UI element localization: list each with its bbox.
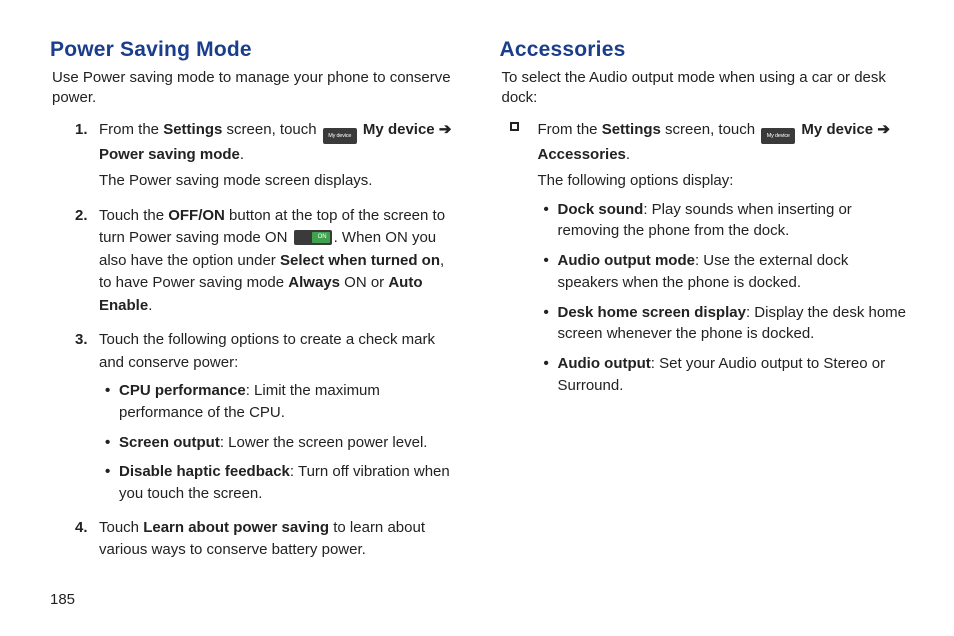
bullet-label: Dock sound: [558, 201, 644, 218]
bullet-audio-output-mode: Audio output mode: Use the external dock…: [544, 250, 910, 294]
step-4: 4. Touch Learn about power saving to lea…: [75, 517, 460, 562]
text: From the: [538, 121, 602, 138]
step-number: 2.: [75, 205, 88, 228]
settings-bold: Settings: [163, 121, 222, 138]
select-bold: Select when turned on: [280, 252, 440, 269]
bullet-label: Audio output mode: [558, 252, 695, 269]
step-number: 1.: [75, 119, 88, 142]
bullet-label: Audio output: [558, 355, 651, 372]
steps-list-right: From the Settings screen, touch My devic…: [500, 119, 910, 397]
my-device-icon: [761, 128, 795, 144]
bullet-screen: Screen output: Lower the screen power le…: [105, 432, 460, 454]
accessories-bold: Accessories: [538, 146, 626, 163]
bullet-text: : Lower the screen power level.: [220, 434, 428, 451]
step-1-after: The Power saving mode screen displays.: [99, 170, 460, 193]
text: Touch the: [99, 207, 168, 224]
bullet-dock-sound: Dock sound: Play sounds when inserting o…: [544, 199, 910, 243]
bullet-label: Desk home screen display: [558, 304, 746, 321]
always-bold: Always: [288, 274, 340, 291]
settings-bold: Settings: [602, 121, 661, 138]
arrow-icon: ➔: [439, 121, 452, 138]
text: .: [240, 146, 244, 163]
step-number: 3.: [75, 329, 88, 352]
left-column: Power Saving Mode Use Power saving mode …: [50, 38, 460, 616]
lead-power-saving: Use Power saving mode to manage your pho…: [52, 68, 460, 109]
text: ON or: [340, 274, 388, 291]
square-bullet-icon: [510, 122, 519, 131]
heading-power-saving: Power Saving Mode: [50, 38, 460, 62]
step-1: 1. From the Settings screen, touch My de…: [75, 119, 460, 193]
step-3: 3. Touch the following options to create…: [75, 329, 460, 505]
bullet-audio-output: Audio output: Set your Audio output to S…: [544, 353, 910, 397]
step-3-bullets: CPU performance: Limit the maximum perfo…: [99, 380, 460, 505]
text: screen, touch: [222, 121, 320, 138]
on-toggle-icon: [294, 230, 332, 245]
bullet-haptic: Disable haptic feedback: Turn off vibrat…: [105, 461, 460, 505]
my-device-bold: My device: [359, 121, 439, 138]
power-saving-mode-bold: Power saving mode: [99, 146, 240, 163]
my-device-bold: My device: [797, 121, 877, 138]
right-column: Accessories To select the Audio output m…: [500, 38, 910, 616]
bullet-label: CPU performance: [119, 382, 246, 399]
accessories-bullets: Dock sound: Play sounds when inserting o…: [538, 199, 910, 397]
step-3-intro: Touch the following options to create a …: [99, 331, 435, 371]
learn-bold: Learn about power saving: [143, 519, 329, 536]
text: .: [626, 146, 630, 163]
text: From the: [99, 121, 163, 138]
bullet-label: Disable haptic feedback: [119, 463, 290, 480]
step-accessories: From the Settings screen, touch My devic…: [510, 119, 910, 397]
arrow-icon: ➔: [877, 121, 890, 138]
heading-accessories: Accessories: [500, 38, 910, 62]
text: .: [148, 297, 152, 314]
step-2: 2. Touch the OFF/ON button at the top of…: [75, 205, 460, 318]
lead-accessories: To select the Audio output mode when usi…: [502, 68, 910, 109]
bullet-cpu: CPU performance: Limit the maximum perfo…: [105, 380, 460, 424]
step-number: 4.: [75, 517, 88, 540]
offon-bold: OFF/ON: [168, 207, 225, 224]
text: Touch: [99, 519, 143, 536]
manual-page: Power Saving Mode Use Power saving mode …: [0, 0, 954, 636]
bullet-label: Screen output: [119, 434, 220, 451]
text: screen, touch: [661, 121, 759, 138]
after-text: The following options display:: [538, 170, 910, 193]
my-device-icon: [323, 128, 357, 144]
page-number: 185: [50, 591, 75, 608]
steps-list-left: 1. From the Settings screen, touch My de…: [50, 119, 460, 562]
bullet-desk-home: Desk home screen display: Display the de…: [544, 302, 910, 346]
